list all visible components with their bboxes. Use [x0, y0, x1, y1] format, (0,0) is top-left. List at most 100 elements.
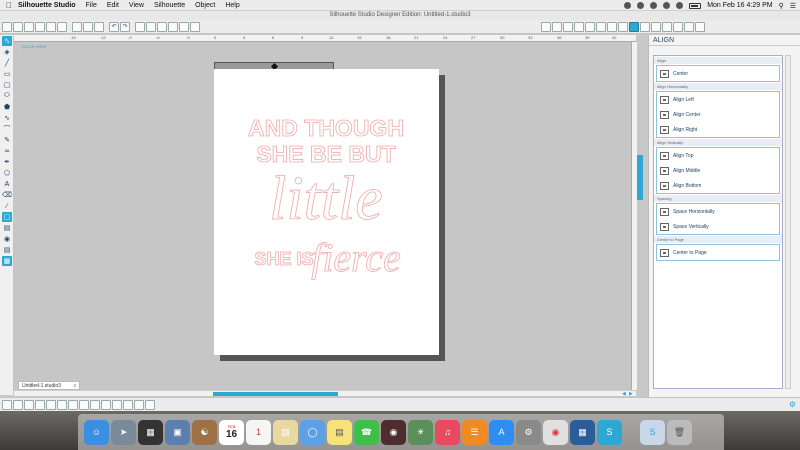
transform-icon[interactable]: [640, 21, 650, 32]
copy-icon[interactable]: [83, 21, 93, 32]
trash-icon[interactable]: 🗑: [667, 419, 692, 445]
menu-edit[interactable]: Edit: [107, 2, 119, 9]
design-canvas[interactable]: QUICK VIEW AND THOUGH SHE BE BUT little …: [14, 42, 631, 390]
save-icon[interactable]: [35, 21, 45, 32]
fit-to-page-icon[interactable]: [190, 21, 200, 32]
space-horizontally-button[interactable]: Space Horizontally: [657, 204, 779, 219]
grid-icon[interactable]: [552, 21, 562, 32]
notes-icon[interactable]: ▤: [327, 419, 352, 445]
document-tab[interactable]: Untitled-1.studio3 x: [18, 381, 80, 390]
line-tool-icon[interactable]: ╱: [2, 58, 12, 68]
status-icon[interactable]: [637, 2, 645, 9]
menu-view[interactable]: View: [129, 2, 144, 9]
center-to-page-button[interactable]: Center to Page: [657, 245, 779, 260]
menu-object[interactable]: Object: [195, 2, 215, 9]
align-center-button[interactable]: Align Center: [657, 107, 779, 122]
itunes-icon[interactable]: ♫: [435, 419, 460, 445]
redo-icon[interactable]: ↷: [120, 21, 130, 32]
settings-gear-icon[interactable]: ⚙: [789, 400, 796, 409]
cut-icon[interactable]: [72, 21, 82, 32]
ungroup-icon[interactable]: [35, 399, 45, 410]
deselect-icon[interactable]: [13, 399, 23, 410]
silhouette-connect-icon[interactable]: ▦: [570, 419, 595, 445]
status-icon[interactable]: [624, 2, 632, 9]
library-icon[interactable]: ▤: [2, 223, 12, 233]
horizontal-scrollbar[interactable]: ◀ ▶: [14, 390, 636, 397]
image-effects-icon[interactable]: [596, 21, 606, 32]
text-tool-icon[interactable]: A: [2, 179, 12, 189]
status-icon[interactable]: [650, 2, 658, 9]
finder-icon[interactable]: ☺: [84, 419, 109, 445]
cut-view-icon[interactable]: ▦: [2, 256, 12, 266]
text-style-icon[interactable]: [607, 21, 617, 32]
zoom-out-icon[interactable]: [157, 21, 167, 32]
store-icon[interactable]: [695, 21, 705, 32]
line-style-icon[interactable]: [585, 21, 595, 32]
release-compound-path-icon[interactable]: [57, 399, 67, 410]
wifi-icon[interactable]: [663, 2, 671, 9]
release-icon[interactable]: [145, 399, 155, 410]
quick-view-label[interactable]: QUICK VIEW: [22, 44, 46, 49]
rectangle-tool-icon[interactable]: ▭: [2, 69, 12, 79]
paste-icon[interactable]: [94, 21, 104, 32]
open-icon[interactable]: [13, 21, 23, 32]
close-tab-icon[interactable]: x: [74, 383, 77, 389]
cut-settings-icon[interactable]: [684, 21, 694, 32]
polygon-tool-icon[interactable]: ⬟: [2, 102, 12, 112]
point-edit-icon[interactable]: ◈: [2, 47, 12, 57]
line-color-icon[interactable]: [574, 21, 584, 32]
align-left-button[interactable]: Align Left: [657, 92, 779, 107]
mission-control-icon[interactable]: ▦: [138, 419, 163, 445]
reminders-icon[interactable]: 1: [246, 419, 271, 445]
layout-icon[interactable]: ▤: [2, 245, 12, 255]
library-icon[interactable]: [24, 21, 34, 32]
arc-tool-icon[interactable]: ⌒: [2, 124, 12, 134]
notification-center-icon[interactable]: ☰: [790, 2, 796, 10]
trace-icon[interactable]: [673, 21, 683, 32]
send-to-back-icon[interactable]: [101, 399, 111, 410]
chrome-icon[interactable]: ◉: [543, 419, 568, 445]
rounded-rectangle-tool-icon[interactable]: ▢: [2, 80, 12, 90]
battery-icon[interactable]: [689, 2, 702, 9]
space-vertically-button[interactable]: Space Vertically: [657, 219, 779, 234]
preview-photos-icon[interactable]: ▤: [273, 419, 298, 445]
search-icon[interactable]: ⚲: [779, 2, 784, 10]
align-bottom-button[interactable]: Align Bottom: [657, 178, 779, 193]
facetime-icon[interactable]: ☎: [354, 419, 379, 445]
new-document-icon[interactable]: [2, 21, 12, 32]
quote-line-4[interactable]: SHE IS: [254, 249, 314, 270]
center-button[interactable]: Center: [657, 66, 779, 81]
clock[interactable]: Mon Feb 16 4:29 PM: [707, 2, 772, 9]
launchpad-icon[interactable]: ➤: [111, 419, 136, 445]
app-menu[interactable]: Silhouette Studio: [18, 2, 76, 9]
photo-booth-icon[interactable]: ◉: [381, 419, 406, 445]
pan-icon[interactable]: [135, 21, 145, 32]
make-compound-path-icon[interactable]: [46, 399, 56, 410]
delete-icon[interactable]: [79, 399, 89, 410]
align-top-button[interactable]: Align Top: [657, 148, 779, 163]
horizontal-scrollbar-thumb[interactable]: [213, 392, 338, 396]
modify-icon[interactable]: [651, 21, 661, 32]
knife-tool-icon[interactable]: ∕: [2, 201, 12, 211]
ellipse-tool-icon[interactable]: ⬭: [2, 91, 12, 101]
menu-help[interactable]: Help: [225, 2, 239, 9]
pen-tool-icon[interactable]: ✒: [2, 157, 12, 167]
select-tool-icon[interactable]: ⬁: [2, 36, 12, 46]
calendar-icon[interactable]: FEB 16: [219, 419, 244, 445]
select-all-icon[interactable]: [2, 399, 12, 410]
design-artwork[interactable]: AND THOUGH SHE BE BUT little SHE IS fier…: [214, 69, 439, 355]
contacts-icon[interactable]: ☯: [192, 419, 217, 445]
curve-tool-icon[interactable]: ∿: [2, 113, 12, 123]
align-icon[interactable]: [629, 21, 639, 32]
shape-tool-icon[interactable]: ⬠: [2, 168, 12, 178]
undo-icon[interactable]: ↶: [109, 21, 119, 32]
preview-icon[interactable]: ▣: [165, 419, 190, 445]
print-icon[interactable]: [46, 21, 56, 32]
fill-color-icon[interactable]: [563, 21, 573, 32]
system-preferences-icon[interactable]: ⚙: [516, 419, 541, 445]
quote-line-2[interactable]: SHE BE BUT: [256, 141, 396, 168]
quote-line-1[interactable]: AND THOUGH: [248, 115, 405, 142]
quote-line-3[interactable]: little: [269, 165, 383, 234]
smooth-freehand-icon[interactable]: ≃: [2, 146, 12, 156]
weld-icon[interactable]: [112, 399, 122, 410]
